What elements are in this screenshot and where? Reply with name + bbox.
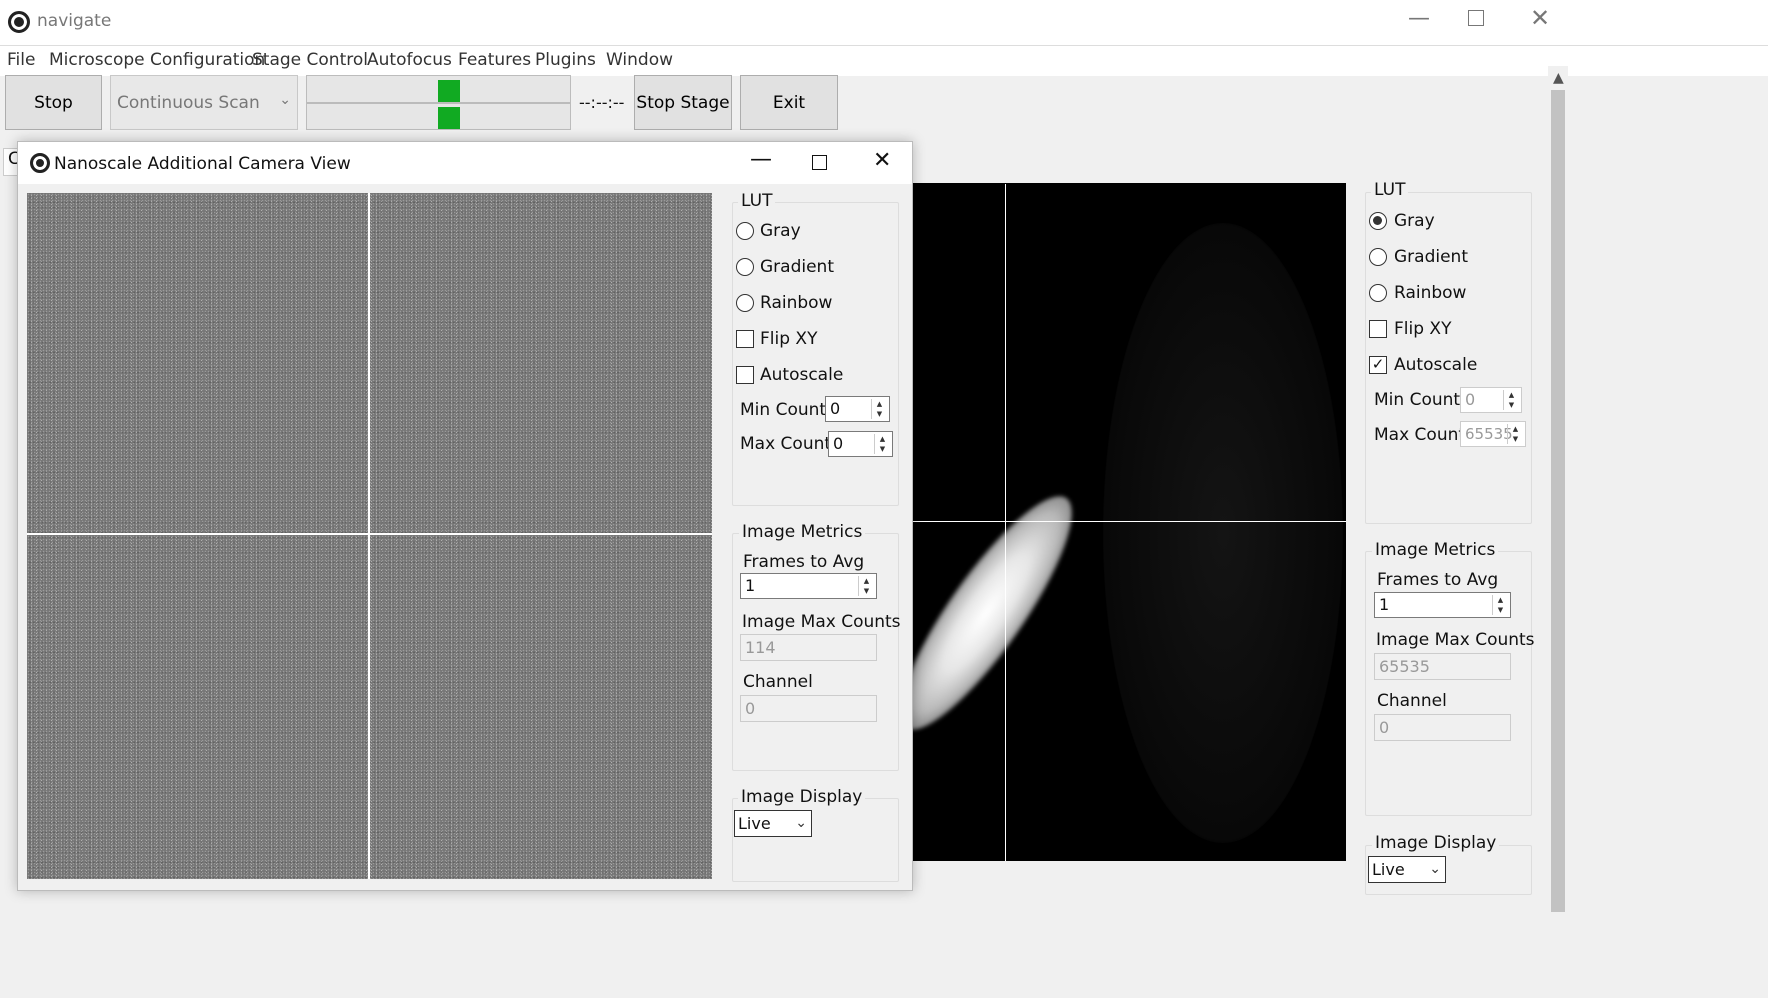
minimize-icon[interactable]: — bbox=[750, 147, 772, 172]
additional-camera-window: Nanoscale Additional Camera View — ✕ LUT… bbox=[17, 141, 913, 891]
vertical-scrollbar[interactable]: ▲ bbox=[1548, 66, 1568, 998]
scrollbar-thumb[interactable] bbox=[1551, 90, 1565, 912]
main-image-max-label: Image Max Counts bbox=[1376, 630, 1535, 650]
acquisition-mode-value: Continuous Scan bbox=[117, 92, 260, 113]
popup-image-max-label: Image Max Counts bbox=[742, 612, 901, 632]
popup-rainbow-label: Rainbow bbox=[760, 293, 833, 313]
exit-button[interactable]: Exit bbox=[740, 75, 838, 130]
main-metrics-frame bbox=[1365, 551, 1532, 816]
main-lut-legend: LUT bbox=[1371, 180, 1409, 200]
main-gradient-label: Gradient bbox=[1394, 247, 1468, 267]
additional-camera-image[interactable] bbox=[27, 193, 712, 879]
main-flip-label: Flip XY bbox=[1394, 319, 1452, 339]
menu-window[interactable]: Window bbox=[606, 50, 673, 70]
progress-area bbox=[306, 75, 571, 130]
popup-gray-label: Gray bbox=[760, 221, 801, 241]
popup-gray-radio[interactable] bbox=[736, 222, 754, 240]
menu-plugins[interactable]: Plugins bbox=[535, 50, 596, 70]
main-channel-value: 0 bbox=[1374, 714, 1511, 741]
spinner-arrows-icon[interactable]: ▲ ▼ bbox=[1507, 424, 1523, 444]
menu-stage-control[interactable]: Stage Control bbox=[252, 50, 368, 70]
popup-display-legend: Image Display bbox=[738, 787, 866, 807]
menu-microscope-configuration[interactable]: Microscope Configuration bbox=[49, 50, 265, 70]
acquisition-mode-select[interactable]: Continuous Scan ⌄ bbox=[110, 75, 298, 130]
main-flip-checkbox[interactable] bbox=[1369, 320, 1387, 338]
crosshair-horizontal bbox=[913, 521, 1346, 522]
stop-button[interactable]: Stop bbox=[5, 75, 102, 130]
chevron-down-icon: ⌄ bbox=[1429, 861, 1441, 877]
main-gradient-radio[interactable] bbox=[1369, 248, 1387, 266]
popup-flip-checkbox[interactable] bbox=[736, 330, 754, 348]
crosshair-vertical bbox=[1005, 184, 1006, 861]
app-logo-icon bbox=[30, 153, 50, 173]
menu-file[interactable]: File bbox=[7, 50, 35, 70]
menu-features[interactable]: Features bbox=[458, 50, 531, 70]
main-autoscale-checkbox[interactable]: ✓ bbox=[1369, 356, 1387, 374]
popup-title: Nanoscale Additional Camera View bbox=[54, 154, 351, 174]
maximize-icon[interactable] bbox=[1468, 10, 1484, 26]
app-logo-icon bbox=[8, 11, 30, 33]
main-display-select[interactable]: Live ⌄ bbox=[1368, 856, 1446, 883]
close-icon[interactable]: ✕ bbox=[873, 148, 891, 173]
minimize-icon[interactable]: — bbox=[1408, 6, 1430, 31]
spinner-arrows-icon[interactable]: ▲ ▼ bbox=[1492, 595, 1508, 615]
main-rainbow-label: Rainbow bbox=[1394, 283, 1467, 303]
popup-autoscale-checkbox[interactable] bbox=[736, 366, 754, 384]
progress-indicator-bottom bbox=[438, 107, 460, 129]
popup-max-counts-input[interactable]: 0 ▲ ▼ bbox=[828, 431, 893, 457]
popup-frames-label: Frames to Avg bbox=[743, 552, 865, 572]
popup-min-counts-label: Min Counts bbox=[740, 400, 835, 420]
app-titlebar: navigate — ✕ bbox=[0, 0, 1768, 46]
main-camera-image[interactable] bbox=[913, 183, 1346, 861]
popup-lut-frame bbox=[732, 202, 899, 506]
stop-stage-button[interactable]: Stop Stage bbox=[634, 75, 732, 130]
chevron-down-icon: ⌄ bbox=[795, 815, 807, 831]
popup-gradient-radio[interactable] bbox=[736, 258, 754, 276]
main-max-counts-label: Max Counts bbox=[1374, 425, 1474, 445]
main-autoscale-label: Autoscale bbox=[1394, 355, 1478, 375]
main-gray-radio[interactable] bbox=[1369, 212, 1387, 230]
popup-max-counts-label: Max Counts bbox=[740, 434, 840, 454]
main-display-legend: Image Display bbox=[1372, 833, 1500, 853]
spinner-arrows-icon[interactable]: ▲ ▼ bbox=[858, 576, 874, 596]
popup-channel-label: Channel bbox=[743, 672, 813, 692]
menu-bar: File Microscope Configuration Stage Cont… bbox=[0, 46, 1768, 76]
popup-rainbow-radio[interactable] bbox=[736, 294, 754, 312]
popup-gradient-label: Gradient bbox=[760, 257, 834, 277]
main-rainbow-radio[interactable] bbox=[1369, 284, 1387, 302]
popup-autoscale-label: Autoscale bbox=[760, 365, 844, 385]
spinner-arrows-icon[interactable]: ▲ ▼ bbox=[874, 434, 890, 454]
main-min-counts-label: Min Counts bbox=[1374, 390, 1469, 410]
spinner-arrows-icon[interactable]: ▲ ▼ bbox=[871, 399, 887, 419]
timer-label: --:--:-- bbox=[579, 93, 625, 112]
main-image-max-value: 65535 bbox=[1374, 653, 1511, 680]
popup-titlebar: Nanoscale Additional Camera View — ✕ bbox=[18, 142, 912, 184]
progress-indicator-top bbox=[438, 80, 460, 102]
spinner-arrows-icon[interactable]: ▲ ▼ bbox=[1503, 390, 1519, 410]
popup-display-select[interactable]: Live ⌄ bbox=[734, 810, 812, 837]
chevron-down-icon: ⌄ bbox=[279, 92, 291, 108]
popup-metrics-legend: Image Metrics bbox=[739, 522, 866, 542]
popup-frames-input[interactable]: 1 ▲ ▼ bbox=[740, 573, 877, 599]
main-max-counts-input[interactable]: 65535 ▲ ▼ bbox=[1460, 421, 1526, 447]
crosshair-horizontal bbox=[27, 533, 712, 535]
popup-image-max-value: 114 bbox=[740, 634, 877, 661]
crosshair-vertical bbox=[368, 193, 370, 879]
popup-channel-value: 0 bbox=[740, 695, 877, 722]
main-frames-label: Frames to Avg bbox=[1377, 570, 1499, 590]
main-metrics-legend: Image Metrics bbox=[1372, 540, 1499, 560]
menu-autofocus[interactable]: Autofocus bbox=[367, 50, 452, 70]
main-min-counts-input[interactable]: 0 ▲ ▼ bbox=[1460, 387, 1522, 413]
popup-min-counts-input[interactable]: 0 ▲ ▼ bbox=[825, 396, 890, 422]
close-icon[interactable]: ✕ bbox=[1530, 4, 1550, 32]
maximize-icon[interactable] bbox=[812, 155, 827, 170]
app-title: navigate bbox=[37, 11, 112, 31]
main-gray-label: Gray bbox=[1394, 211, 1435, 231]
popup-lut-legend: LUT bbox=[738, 191, 776, 211]
main-channel-label: Channel bbox=[1377, 691, 1447, 711]
scroll-up-icon[interactable]: ▲ bbox=[1553, 70, 1564, 86]
popup-flip-label: Flip XY bbox=[760, 329, 818, 349]
main-frames-input[interactable]: 1 ▲ ▼ bbox=[1374, 592, 1511, 618]
